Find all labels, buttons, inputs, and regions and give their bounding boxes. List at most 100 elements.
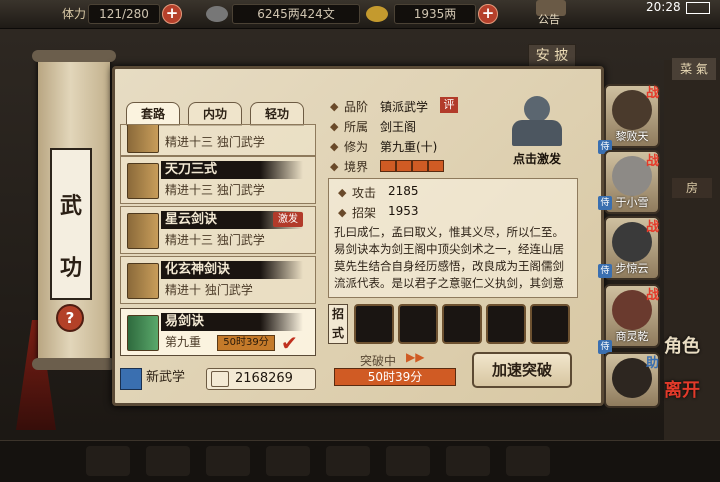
move-slot-icon[interactable] <box>398 304 438 344</box>
bottom-nav-item[interactable] <box>446 446 490 476</box>
realm-bar-segment <box>396 160 412 172</box>
activate-avatar-button[interactable]: 点击激发 <box>506 94 568 166</box>
attack-value: 2185 <box>388 184 419 198</box>
breakthrough-arrows-icon: ▶▶ <box>406 350 425 364</box>
points-icon <box>211 371 229 387</box>
gold-icon <box>366 6 388 22</box>
realm-bar-segment <box>412 160 428 172</box>
skill-name: 天刀三式 <box>161 161 303 179</box>
scroll-rod-top <box>32 50 116 62</box>
skill-subtext: 精进十三 独门武学 <box>165 233 265 247</box>
moves-label: 招式 <box>328 304 348 344</box>
tab-routine[interactable]: 套路 <box>126 102 180 126</box>
stamina-label: 体力 <box>62 7 87 21</box>
skill-subtext: 精进十 独门武学 <box>165 283 253 297</box>
bottom-nav-item[interactable] <box>86 446 130 476</box>
skill-points-box: 2168269 <box>206 368 316 390</box>
skill-subtext: 第九重 <box>165 335 202 349</box>
skill-book-icon <box>127 315 159 351</box>
bottom-nav-item[interactable] <box>206 446 250 476</box>
attack-label: 攻击 <box>352 186 377 200</box>
fight-badge: 战 <box>646 154 660 169</box>
activated-badge: 激发 <box>273 212 303 227</box>
tab-lightness[interactable]: 轻功 <box>250 102 304 126</box>
skill-row[interactable]: 天刀三式 精进十三 独门武学 <box>120 156 316 204</box>
move-slot-icon[interactable] <box>442 304 482 344</box>
skill-book-icon <box>127 125 159 153</box>
skill-subtext: 精进十三 独门武学 <box>165 183 265 197</box>
skill-description: 孔曰成仁，孟曰取义，惟其义尽，所以仁至。易剑诀本为剑王阁中顶尖剑术之一，经连山居… <box>334 225 564 294</box>
bottom-nav-item[interactable] <box>266 446 310 476</box>
skill-name: 易剑诀 <box>161 313 303 331</box>
fight-badge: 战 <box>646 220 660 235</box>
rank-value: 镇派武学 <box>380 100 429 114</box>
speedup-breakthrough-button[interactable]: 加速突破 <box>472 352 572 388</box>
skill-name: 化玄神剑诀 <box>161 261 303 279</box>
skill-points-value: 2168269 <box>235 371 293 386</box>
selected-check-icon: ✔ <box>281 331 298 355</box>
add-gold-button[interactable]: + <box>478 4 498 24</box>
guard-badge: 侍 <box>598 196 612 210</box>
bottom-nav-item[interactable] <box>146 446 190 476</box>
sect-label: 所属 <box>344 120 369 134</box>
rank-badge: 评 <box>440 97 458 113</box>
skill-timer: 50时39分 <box>217 335 275 351</box>
activate-label: 点击激发 <box>512 152 561 166</box>
breakthrough-timer: 50时39分 <box>334 368 456 386</box>
tab-inner-power[interactable]: 内功 <box>188 102 242 126</box>
realm-label: 境界 <box>344 160 369 174</box>
scroll-title-char-1: 武 <box>59 194 82 219</box>
character-name: 黎败天 <box>615 130 649 143</box>
character-name: 步惊云 <box>615 262 649 275</box>
skill-subtext: 精进十三 独门武学 <box>165 135 265 149</box>
clock: 20:28 <box>646 0 681 14</box>
parry-label: 招架 <box>352 206 377 220</box>
skill-book-icon <box>127 163 159 199</box>
character-name: 商灵乾 <box>615 330 649 343</box>
cultivation-value: 第九重(十) <box>380 140 438 154</box>
sect-value: 剑王阁 <box>380 120 417 134</box>
diamond-icon: ◆ <box>330 100 339 113</box>
skill-book-icon <box>127 263 159 299</box>
leave-button[interactable]: 离开 <box>664 376 700 402</box>
skill-row[interactable]: 化玄神剑诀 精进十 独门武学 <box>120 256 316 304</box>
skill-row[interactable]: 精进十三 独门武学 <box>120 124 316 156</box>
skill-row[interactable]: 星云剑诀 激发 精进十三 独门武学 <box>120 206 316 254</box>
character-name: 于小雪 <box>615 196 649 209</box>
building-sign: 安 披 <box>528 44 576 68</box>
add-stamina-button[interactable]: + <box>162 4 182 24</box>
gold-value: 1935两 <box>394 4 476 24</box>
realm-bar-segment <box>428 160 444 172</box>
assist-badge: 助 <box>646 356 660 371</box>
diamond-icon: ◆ <box>338 186 347 199</box>
role-button[interactable]: 角色 <box>664 332 700 358</box>
breakthrough-label: 突破中 <box>360 354 397 368</box>
parry-value: 1953 <box>388 204 419 218</box>
bottom-nav-item[interactable] <box>326 446 370 476</box>
fight-badge: 战 <box>646 86 660 101</box>
diamond-icon: ◆ <box>330 120 339 133</box>
help-button[interactable]: ? <box>56 304 84 332</box>
skill-row-selected[interactable]: 易剑诀 第九重 50时39分 ✔ <box>120 308 316 356</box>
rank-label: 品阶 <box>344 100 369 114</box>
guard-badge: 侍 <box>598 264 612 278</box>
move-slot-icon[interactable] <box>486 304 526 344</box>
silver-value: 6245两424文 <box>232 4 360 24</box>
fight-badge: 战 <box>646 288 660 303</box>
bottom-nav-item[interactable] <box>506 446 550 476</box>
realm-bar-segment <box>380 160 396 172</box>
room-tab[interactable]: 房 <box>672 178 712 198</box>
announce-label[interactable]: 公告 <box>538 11 560 27</box>
move-slot-icon[interactable] <box>354 304 394 344</box>
top-status-bar: 体力 121/280 + 6245两424文 1935两 + 公告 20:28 <box>0 0 720 29</box>
scroll-rod-bottom <box>32 358 116 370</box>
new-skill-book-icon[interactable] <box>120 368 142 390</box>
diamond-icon: ◆ <box>338 206 347 219</box>
bottom-nav-item[interactable] <box>386 446 430 476</box>
monk-body-icon <box>512 120 562 146</box>
move-slot-icon[interactable] <box>530 304 570 344</box>
silver-icon <box>206 6 228 22</box>
diamond-icon: ◆ <box>330 160 339 173</box>
monk-head-icon <box>524 96 550 122</box>
building-sign-right: 菜 氣 <box>672 58 716 80</box>
